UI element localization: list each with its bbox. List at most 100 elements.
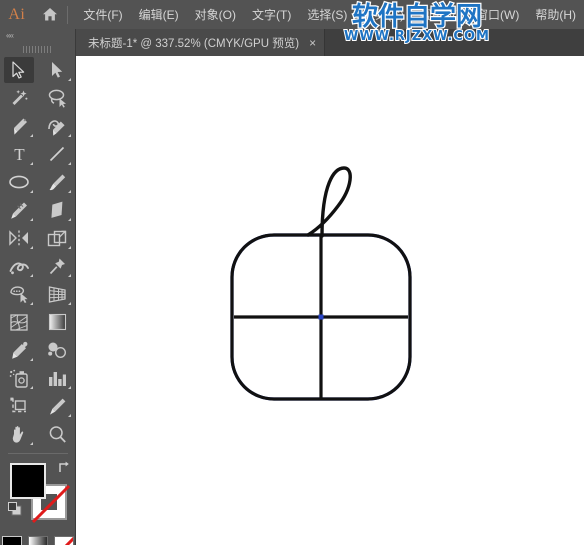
menu-bar: Ai 文件(F) 编辑(E) 对象(O) 文字(T) 选择(S) 效果(C) 视…: [0, 0, 584, 29]
magic-wand-icon: [12, 90, 27, 105]
eyedropper-icon: [11, 341, 27, 359]
document-tab-title: 未标题-1* @ 337.52% (CMYK/GPU 预览): [88, 37, 300, 50]
magnifier-icon: [49, 425, 66, 443]
menu-object[interactable]: 对象(O): [187, 0, 244, 29]
symbol-sprayer-icon: [9, 369, 28, 388]
tool-flyout-indicator-icon: [68, 386, 71, 389]
tool-flyout-indicator-icon: [68, 78, 71, 81]
arrow-filled-icon: [51, 62, 62, 78]
type-t-icon: T: [14, 145, 25, 163]
document-tab[interactable]: 未标题-1* @ 337.52% (CMYK/GPU 预览) ×: [76, 29, 326, 56]
tool-flyout-indicator-icon: [68, 134, 71, 137]
svg-text:T: T: [14, 145, 25, 163]
menu-effect[interactable]: 效果(C): [355, 0, 412, 29]
close-icon[interactable]: ×: [309, 37, 316, 49]
tool-flyout-indicator-icon: [68, 274, 71, 277]
shape-builder-icon: [9, 286, 28, 303]
column-graph-tool[interactable]: [38, 364, 76, 392]
perspective-grid-icon: [48, 285, 66, 303]
reflect-icon: [9, 230, 28, 246]
paintbrush-tool[interactable]: [38, 168, 76, 196]
canvas-artboard[interactable]: [76, 56, 584, 545]
artboard-icon: [10, 397, 26, 412]
swap-fill-stroke-icon[interactable]: [57, 460, 71, 474]
menu-edit[interactable]: 编辑(E): [131, 0, 187, 29]
pen-icon: [13, 118, 27, 135]
lasso-icon: [48, 89, 66, 108]
pen-tool[interactable]: [0, 112, 38, 140]
tool-button-grid: T: [0, 56, 76, 448]
artboard-tool[interactable]: [0, 392, 38, 420]
type-tool[interactable]: T: [0, 140, 38, 168]
pushpin-icon: [49, 258, 65, 274]
tool-flyout-indicator-icon: [30, 442, 33, 445]
mesh-icon: [10, 313, 28, 331]
menu-view[interactable]: 视图(V): [412, 0, 468, 29]
collapse-panel-icon[interactable]: ««: [6, 31, 14, 40]
home-icon[interactable]: [34, 0, 66, 29]
menu-item-list: 文件(F) 编辑(E) 对象(O) 文字(T) 选择(S) 效果(C) 视图(V…: [75, 0, 584, 29]
none-mode-button[interactable]: [54, 536, 74, 545]
tools-panel-drag-handle[interactable]: [0, 42, 76, 56]
width-warp-tool[interactable]: [0, 252, 38, 280]
eraser-tool[interactable]: [38, 196, 76, 224]
scale-icon: [47, 230, 66, 246]
app-logo: Ai: [8, 5, 26, 23]
tool-flyout-indicator-icon: [68, 302, 71, 305]
tool-flyout-indicator-icon: [30, 218, 33, 221]
tool-flyout-indicator-icon: [30, 162, 33, 165]
hand-tool[interactable]: [0, 420, 38, 448]
artwork-selection-group[interactable]: [76, 56, 584, 545]
fill-stroke-controls: [0, 458, 76, 530]
tool-flyout-indicator-icon: [30, 386, 33, 389]
free-transform-tool[interactable]: [38, 252, 76, 280]
gradient-tool[interactable]: [38, 308, 76, 336]
gradient-icon: [48, 313, 66, 331]
fill-type-buttons: [0, 533, 76, 545]
rotate-reflect-tool[interactable]: [0, 224, 38, 252]
shaper-pencil-tool[interactable]: [0, 196, 38, 224]
loop-stem-path[interactable]: [306, 166, 352, 238]
menu-select[interactable]: 选择(S): [299, 0, 355, 29]
symbol-sprayer-tool[interactable]: [0, 364, 38, 392]
curvature-icon: [48, 119, 65, 136]
ellipse-tool[interactable]: [0, 168, 38, 196]
blend-icon: [47, 342, 66, 359]
slice-tool[interactable]: [38, 392, 76, 420]
tools-panel-header: ««: [0, 29, 76, 42]
default-fill-stroke-icon[interactable]: [8, 502, 22, 516]
lasso-tool[interactable]: [38, 84, 76, 112]
tool-flyout-indicator-icon: [30, 358, 33, 361]
eraser-icon: [51, 201, 63, 218]
eyedropper-tool[interactable]: [0, 336, 38, 364]
illustrator-window: Ai 文件(F) 编辑(E) 对象(O) 文字(T) 选择(S) 效果(C) 视…: [0, 0, 584, 545]
shape-builder-tool[interactable]: [0, 280, 38, 308]
menu-file[interactable]: 文件(F): [75, 0, 130, 29]
color-mode-button[interactable]: [2, 536, 22, 545]
tool-flyout-indicator-icon: [68, 218, 71, 221]
menu-help[interactable]: 帮助(H): [527, 0, 584, 29]
tool-flyout-indicator-icon: [68, 246, 71, 249]
direct-selection-tool[interactable]: [38, 56, 76, 84]
tool-flyout-indicator-icon: [68, 162, 71, 165]
zoom-tool[interactable]: [38, 420, 76, 448]
blend-tool[interactable]: [38, 336, 76, 364]
mesh-tool[interactable]: [0, 308, 38, 336]
center-anchor-point[interactable]: [318, 314, 324, 320]
tool-flyout-indicator-icon: [68, 190, 71, 193]
scale-tool[interactable]: [38, 224, 76, 252]
perspective-grid-tool[interactable]: [38, 280, 76, 308]
fill-swatch[interactable]: [10, 463, 46, 499]
selection-tool[interactable]: [0, 56, 38, 84]
magic-wand-tool[interactable]: [0, 84, 38, 112]
line-segment-tool[interactable]: [38, 140, 76, 168]
slice-knife-icon: [49, 398, 65, 415]
curvature-tool[interactable]: [38, 112, 76, 140]
tool-flyout-indicator-icon: [30, 302, 33, 305]
menu-window[interactable]: 窗口(W): [468, 0, 527, 29]
gradient-mode-button[interactable]: [28, 536, 48, 545]
tool-flyout-indicator-icon: [68, 414, 71, 417]
ellipse-icon: [9, 175, 29, 189]
menu-type[interactable]: 文字(T): [244, 0, 299, 29]
paintbrush-icon: [49, 174, 65, 190]
